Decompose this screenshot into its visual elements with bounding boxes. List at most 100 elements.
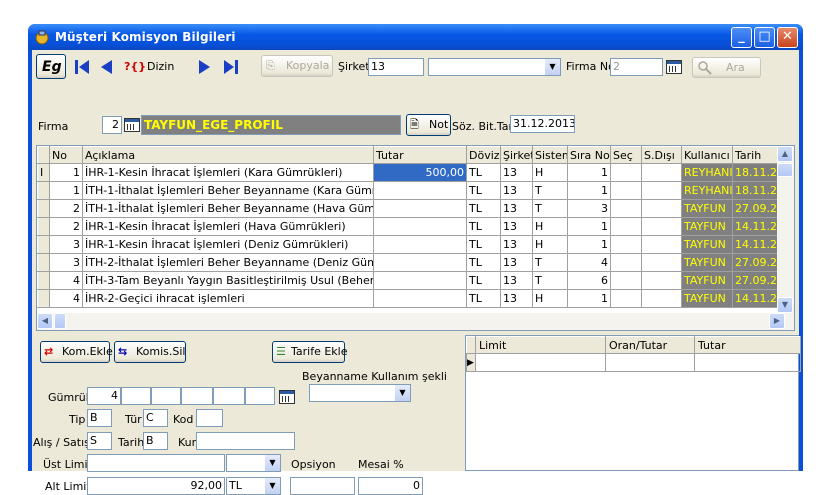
cell-sdisi[interactable] xyxy=(641,271,682,290)
cell-aciklama[interactable]: İTH-1-İthalat İşlemleri Beher Beyanname … xyxy=(82,181,374,200)
cell-sirket[interactable]: 13 xyxy=(500,235,533,254)
cell-doviz[interactable]: TL xyxy=(466,163,501,182)
scroll-right-icon[interactable]: ▶ xyxy=(769,313,785,329)
calendar-icon[interactable] xyxy=(279,390,295,404)
cell-sirket[interactable]: 13 xyxy=(500,181,533,200)
cell-sistem[interactable]: H xyxy=(532,235,568,254)
cell-doviz[interactable]: TL xyxy=(466,289,501,308)
gumruk-field-2[interactable] xyxy=(121,387,151,405)
table-row[interactable]: 4 İTH-3-Tam Beyanlı Yaygın Basitleştirilm… xyxy=(37,271,780,290)
cell-sira-no[interactable]: 6 xyxy=(567,271,611,290)
cell-sdisi[interactable] xyxy=(641,163,682,182)
cell-sistem[interactable]: T xyxy=(532,253,568,272)
table-row[interactable]: 3 İTH-2-İthalat İşlemleri Beher Beyanname… xyxy=(37,253,780,272)
cell-sistem[interactable]: T xyxy=(532,181,568,200)
header-limit[interactable]: Limit xyxy=(475,336,606,354)
first-record-button[interactable] xyxy=(70,55,92,79)
oran-tutar-cell[interactable] xyxy=(605,353,695,372)
header-doviz[interactable]: Döviz xyxy=(466,146,501,164)
calendar-icon[interactable] xyxy=(666,60,682,74)
table-row[interactable]: 1 İTH-1-İthalat İşlemleri Beher Beyanname… xyxy=(37,181,780,200)
cell-tutar[interactable] xyxy=(373,181,467,200)
cell-sira-no[interactable]: 1 xyxy=(567,217,611,236)
cell-sistem[interactable]: H xyxy=(532,163,568,182)
tarife-ekle-button[interactable]: ☰ Tarife Ekle xyxy=(272,341,348,363)
logo-button[interactable]: Eg xyxy=(36,54,66,79)
ust-limit-field[interactable] xyxy=(87,454,225,472)
scroll-thumb[interactable] xyxy=(777,163,793,177)
table-row[interactable]: I 1 İHR-1-Kesin İhracat İşlemleri (Kara Gü… xyxy=(37,163,780,182)
cell-sistem[interactable]: T xyxy=(532,199,568,218)
cell-doviz[interactable]: TL xyxy=(466,217,501,236)
alt-limit-currency[interactable]: TL ▼ xyxy=(226,477,281,495)
header-aciklama[interactable]: Açıklama xyxy=(82,146,374,164)
header-sdisi[interactable]: S.Dışı xyxy=(641,146,682,164)
cell-sdisi[interactable] xyxy=(641,181,682,200)
prev-record-button[interactable] xyxy=(94,55,116,79)
alt-limit-field[interactable]: 92,00 xyxy=(87,477,225,495)
komis-sil-button[interactable]: ⇆ Komis.Sil xyxy=(114,341,186,363)
cell-tarih[interactable]: 18.11.2013 xyxy=(732,181,780,200)
cell-no[interactable]: 4 xyxy=(49,289,83,308)
alis-satis-field[interactable]: S xyxy=(87,432,112,450)
cell-kullanici[interactable]: TAYFUN xyxy=(681,289,733,308)
gumruk-field-6[interactable] xyxy=(245,387,275,405)
cell-doviz[interactable]: TL xyxy=(466,235,501,254)
minimize-button[interactable]: _ xyxy=(731,27,752,48)
cell-doviz[interactable]: TL xyxy=(466,253,501,272)
ust-limit-currency[interactable]: ▼ xyxy=(226,454,281,472)
cell-tarih[interactable]: 27.09.2013 xyxy=(732,199,780,218)
tarih-field[interactable]: B xyxy=(143,432,168,450)
cell-sira-no[interactable]: 1 xyxy=(567,235,611,254)
header-tutar[interactable]: Tutar xyxy=(373,146,467,164)
cell-sec[interactable] xyxy=(610,181,642,200)
cell-no[interactable]: 3 xyxy=(49,235,83,254)
cell-no[interactable]: 2 xyxy=(49,217,83,236)
cell-tutar[interactable] xyxy=(373,199,467,218)
cell-sdisi[interactable] xyxy=(641,235,682,254)
cell-doviz[interactable]: TL xyxy=(466,199,501,218)
cell-aciklama[interactable]: İTH-1-İthalat İşlemleri Beher Beyanname … xyxy=(82,199,374,218)
cell-tarih[interactable]: 27.09.2013 xyxy=(732,253,780,272)
cell-sirket[interactable]: 13 xyxy=(500,217,533,236)
beyanname-combo[interactable]: ▼ xyxy=(309,384,411,402)
cell-sirket[interactable]: 13 xyxy=(500,289,533,308)
header-sistem[interactable]: Sistem xyxy=(532,146,568,164)
table-row[interactable]: ▶ xyxy=(466,353,801,372)
cell-tutar[interactable] xyxy=(373,271,467,290)
cell-sec[interactable] xyxy=(610,289,642,308)
cell-sec[interactable] xyxy=(610,199,642,218)
cell-sira-no[interactable]: 1 xyxy=(567,163,611,182)
cell-no[interactable]: 1 xyxy=(49,181,83,200)
cell-sistem[interactable]: H xyxy=(532,289,568,308)
cell-tarih[interactable]: 27.09.2013 xyxy=(732,271,780,290)
cell-tutar[interactable]: 500,00 xyxy=(373,163,467,182)
header-sira-no[interactable]: Sıra No xyxy=(567,146,611,164)
title-bar[interactable]: Müşteri Komisyon Bilgileri _ □ ✕ xyxy=(28,24,803,50)
soz-bit-tar-field[interactable]: 31.12.2013 xyxy=(510,115,575,133)
gumruk-field-4[interactable] xyxy=(181,387,213,405)
chevron-down-icon[interactable]: ▼ xyxy=(544,59,560,75)
header-tarih[interactable]: Tarih xyxy=(732,146,780,164)
row-indicator[interactable]: I xyxy=(37,163,50,182)
limit-cell[interactable] xyxy=(475,353,606,372)
header-sec[interactable]: Seç xyxy=(610,146,642,164)
cell-no[interactable]: 4 xyxy=(49,271,83,290)
cell-aciklama[interactable]: İTH-3-Tam Beyanlı Yaygın Basitleştirilmi… xyxy=(82,271,374,290)
sirket-combo[interactable]: ▼ xyxy=(428,58,561,76)
gumruk-field-3[interactable] xyxy=(151,387,181,405)
grid-horizontal-scrollbar[interactable]: ◀ ▶ xyxy=(37,313,794,330)
cell-kullanici[interactable]: TAYFUN xyxy=(681,271,733,290)
cell-sdisi[interactable] xyxy=(641,289,682,308)
cell-sec[interactable] xyxy=(610,235,642,254)
kur-field[interactable] xyxy=(196,432,295,450)
scroll-left-icon[interactable]: ◀ xyxy=(37,313,53,329)
cell-sirket[interactable]: 13 xyxy=(500,253,533,272)
firma-no-field[interactable]: 2 xyxy=(610,58,663,76)
copy-button[interactable]: ⎘ Kopyala xyxy=(261,55,333,77)
header-no[interactable]: No xyxy=(49,146,83,164)
cell-tutar[interactable] xyxy=(373,235,467,254)
search-button[interactable]: Ara xyxy=(692,57,761,78)
sirket-field[interactable]: 13 xyxy=(368,58,424,76)
chevron-down-icon[interactable]: ▼ xyxy=(264,455,280,471)
